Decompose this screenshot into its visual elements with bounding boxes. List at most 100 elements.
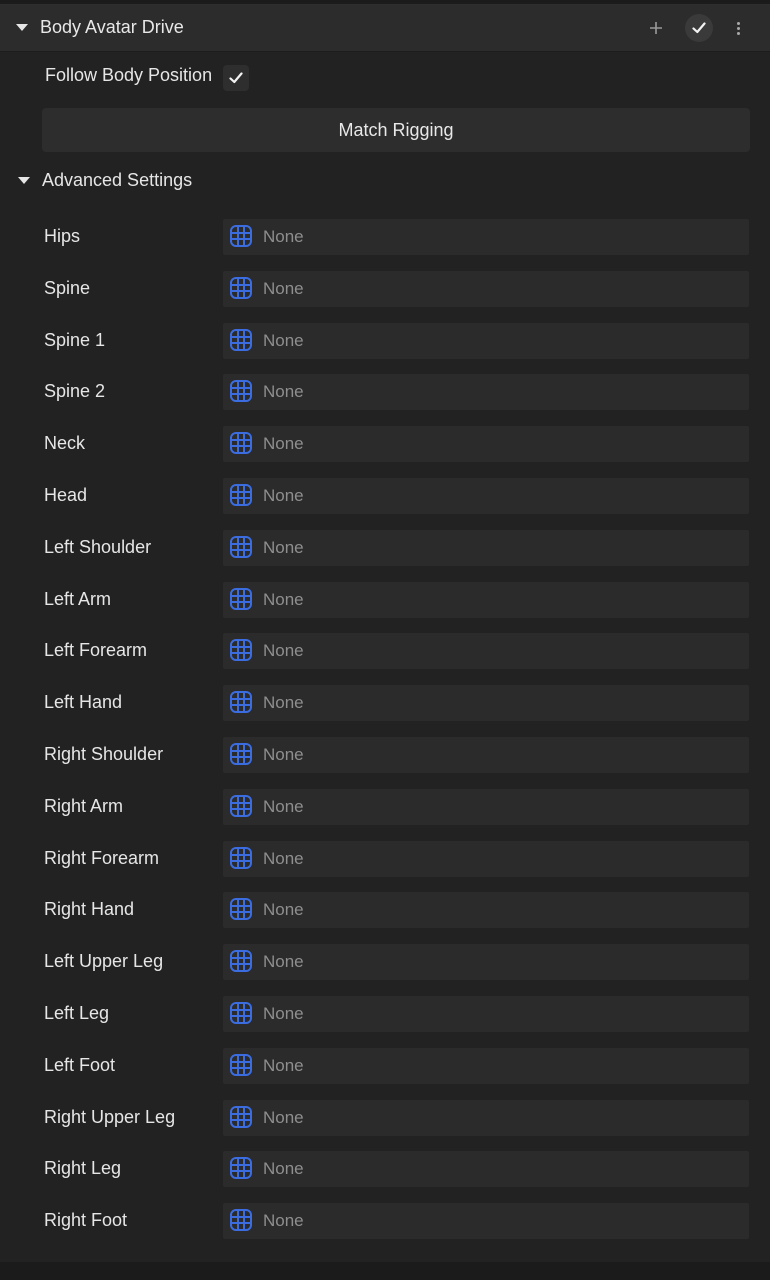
bone-object-field[interactable]: None [223, 374, 749, 411]
grid-icon [230, 1209, 252, 1232]
advanced-settings-title[interactable]: Advanced Settings [42, 169, 192, 191]
bone-row: Left Hand None [0, 685, 770, 737]
bone-row: Spine 2 None [0, 374, 770, 426]
bone-object-field[interactable]: None [223, 633, 749, 670]
bone-object-field[interactable]: None [223, 426, 749, 463]
bottom-strip [0, 1262, 770, 1280]
component-title: Body Avatar Drive [40, 17, 184, 37]
bone-object-field[interactable]: None [223, 270, 749, 307]
grid-icon [230, 1001, 252, 1024]
collapse-triangle-icon[interactable] [18, 177, 30, 184]
bone-row: Left Foot None [0, 1047, 770, 1100]
bone-object-field[interactable]: None [223, 1099, 749, 1136]
grid-icon [230, 535, 252, 558]
bone-row: Right Foot None [0, 1203, 770, 1255]
bone-label: Head [44, 484, 88, 505]
bone-field-value: None [263, 848, 304, 868]
bone-row: Left Arm None [0, 581, 770, 634]
grid-icon [230, 1105, 252, 1128]
bone-object-field[interactable]: None [223, 581, 749, 618]
bone-object-field[interactable]: None [223, 736, 749, 773]
bone-row: Left Leg None [0, 995, 770, 1048]
grid-icon [230, 587, 252, 610]
bone-row: Right Forearm None [0, 840, 770, 893]
bone-object-field[interactable]: None [223, 1203, 749, 1240]
bone-row: Neck None [0, 426, 770, 478]
bone-field-value: None [263, 1159, 304, 1179]
grid-icon [230, 691, 252, 714]
grid-icon [230, 639, 252, 662]
bone-label: Left Upper Leg [44, 951, 164, 972]
bone-row: Right Leg None [0, 1151, 770, 1203]
bone-field-value: None [263, 641, 304, 661]
bone-object-field[interactable]: None [223, 219, 749, 255]
bone-label: Left Forearm [44, 640, 148, 661]
bone-object-field[interactable]: None [223, 529, 749, 566]
bone-field-value: None [263, 227, 304, 246]
bone-field-value: None [263, 434, 304, 454]
bone-object-field[interactable]: None [223, 322, 749, 359]
bone-label: Left Arm [44, 588, 112, 609]
grid-icon [230, 225, 252, 247]
bone-row: Left Forearm None [0, 633, 770, 685]
grid-icon [230, 1053, 252, 1076]
grid-icon [230, 898, 252, 921]
bone-field-value: None [263, 693, 304, 713]
bone-field-value: None [263, 744, 304, 764]
bone-object-field[interactable]: None [223, 788, 749, 825]
bone-row: Hips None [0, 219, 770, 271]
component-header[interactable]: Body Avatar Drive [0, 5, 770, 52]
bone-field-value: None [263, 952, 304, 972]
bone-label: Left Leg [44, 1002, 110, 1023]
bone-label: Right Foot [44, 1210, 128, 1231]
bone-row: Right Shoulder None [0, 736, 770, 789]
bone-object-field[interactable]: None [223, 840, 749, 877]
grid-icon [230, 950, 252, 973]
follow-body-position-checkbox[interactable] [223, 65, 249, 91]
grid-icon [230, 432, 252, 455]
bone-row: Spine 1 None [0, 322, 770, 375]
grid-icon [230, 794, 252, 817]
bone-object-field[interactable]: None [223, 892, 749, 929]
bone-field-value: None [263, 1003, 304, 1023]
check-icon [229, 72, 243, 84]
bone-object-field[interactable]: None [223, 685, 749, 722]
bone-label: Left Foot [44, 1054, 116, 1075]
plus-icon[interactable] [642, 14, 670, 42]
bone-mapping-list: Hips None Spine None Spine 1 None Spine … [0, 219, 770, 1255]
grid-icon [230, 328, 252, 351]
bone-row: Spine None [0, 270, 770, 323]
bone-row: Left Shoulder None [0, 529, 770, 582]
bone-object-field[interactable]: None [223, 1047, 749, 1084]
enabled-toggle-button[interactable] [685, 14, 713, 42]
bone-label: Right Arm [44, 795, 124, 816]
bone-label: Spine 2 [44, 381, 106, 402]
bone-object-field[interactable]: None [223, 995, 749, 1032]
match-rigging-button[interactable]: Match Rigging [42, 108, 750, 152]
bone-field-value: None [263, 278, 304, 298]
grid-icon [230, 276, 252, 299]
grid-icon [230, 846, 252, 869]
bone-field-value: None [263, 537, 304, 557]
bone-field-value: None [263, 589, 304, 609]
bone-field-value: None [263, 1055, 304, 1075]
bone-object-field[interactable]: None [223, 477, 749, 514]
bone-label: Right Shoulder [44, 743, 164, 764]
bone-object-field[interactable]: None [223, 1151, 749, 1188]
bone-object-field[interactable]: None [223, 944, 749, 981]
check-icon [692, 22, 706, 34]
bone-field-value: None [263, 382, 304, 402]
bone-label: Right Upper Leg [44, 1106, 176, 1127]
bone-field-value: None [263, 1107, 304, 1127]
kebab-icon[interactable] [724, 14, 752, 42]
bone-row: Left Upper Leg None [0, 944, 770, 996]
bone-label: Left Shoulder [44, 536, 152, 557]
bone-row: Right Hand None [0, 892, 770, 944]
grid-icon [230, 1157, 252, 1180]
body-avatar-drive-panel: Body Avatar Drive Follow Body Position M… [0, 4, 770, 1263]
bone-field-value: None [263, 330, 304, 350]
bone-label: Hips [44, 226, 81, 246]
bone-row: Right Upper Leg None [0, 1099, 770, 1152]
collapse-triangle-icon[interactable] [16, 24, 28, 31]
bone-row: Right Arm None [0, 788, 770, 841]
